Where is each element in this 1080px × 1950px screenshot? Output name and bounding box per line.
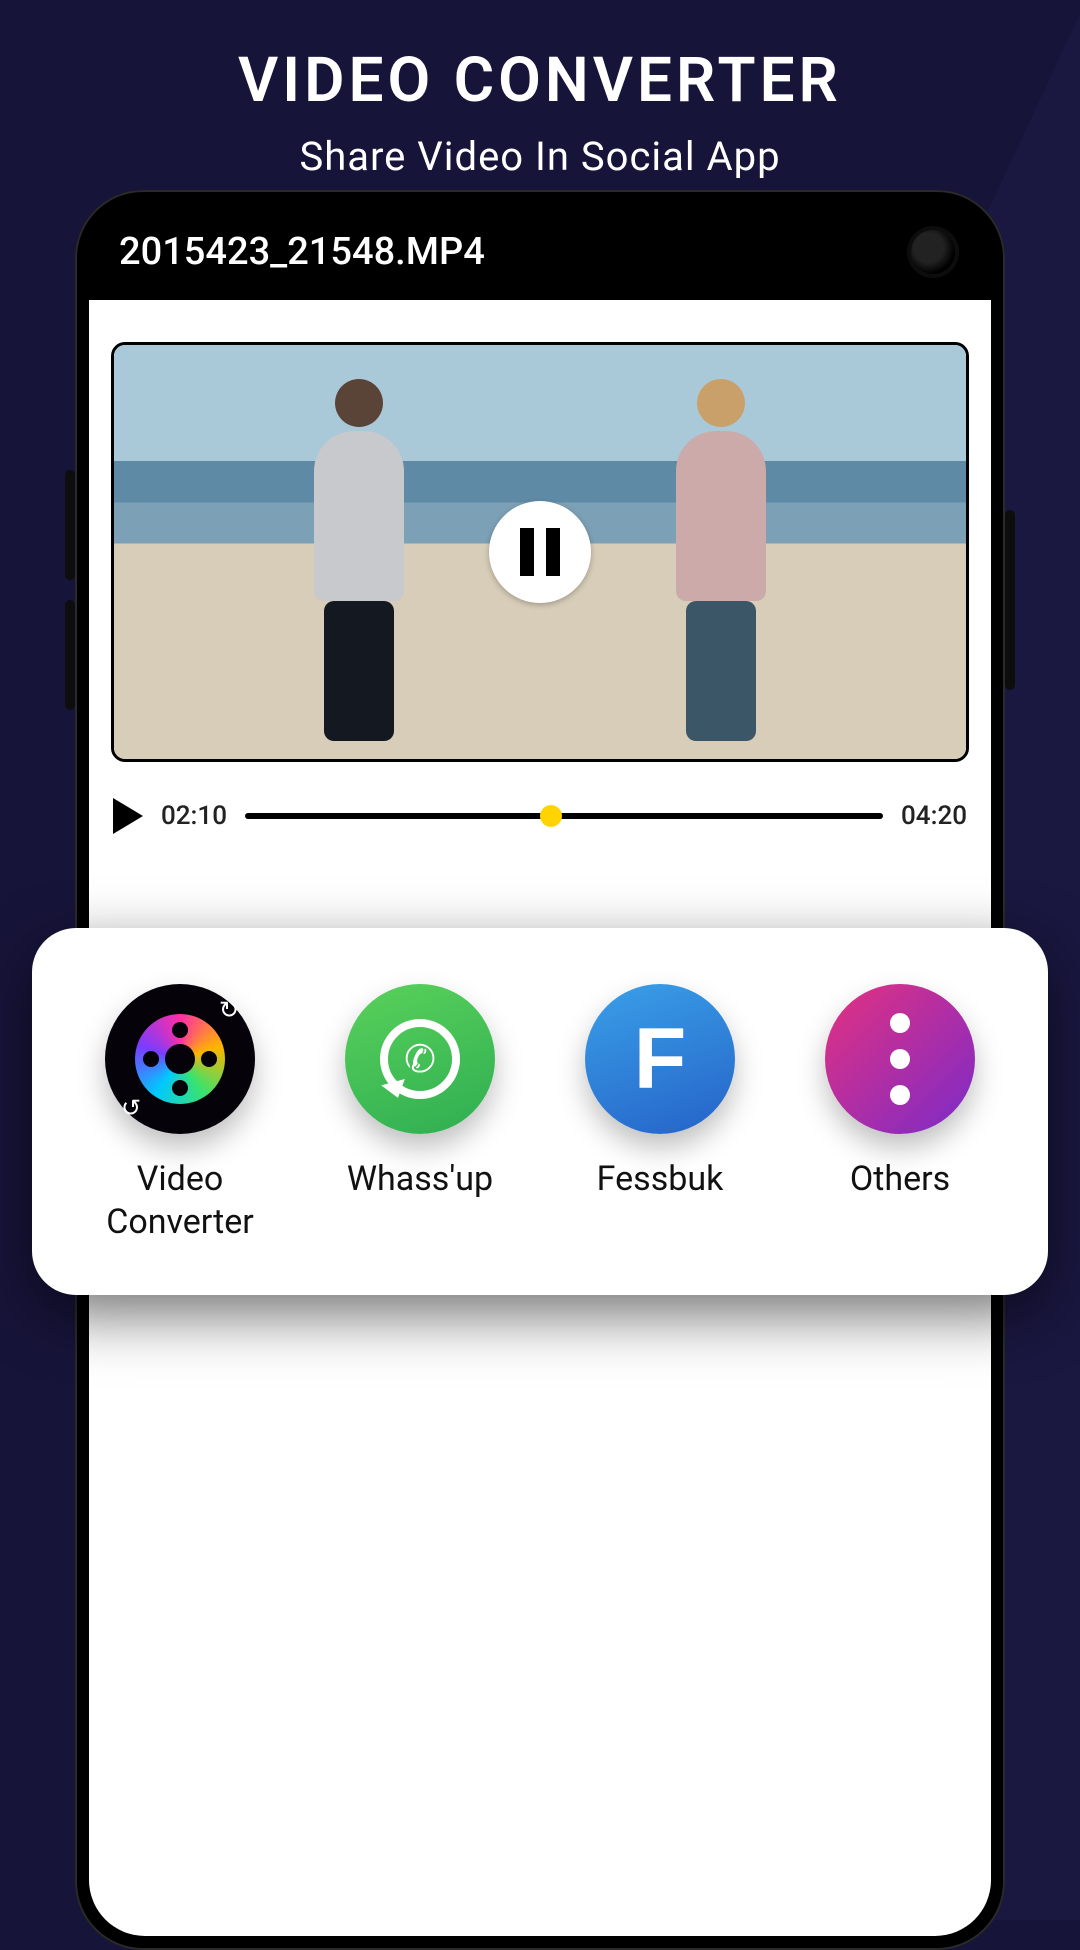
current-filename: 2015423_21548.MP4 [119,230,485,274]
share-option-label: Video Converter [75,1158,285,1243]
share-option-video-converter[interactable]: ↻↺ Video Converter [75,984,285,1243]
seek-knob[interactable] [540,805,562,827]
phone-side-button [65,470,75,580]
film-reel-icon: ↻↺ [105,984,255,1134]
promo-header: VIDEO CONVERTER Share Video In Social Ap… [0,0,1080,180]
promo-title: VIDEO CONVERTER [0,44,1080,117]
share-option-label: Whass'up [347,1158,493,1201]
play-button[interactable] [113,798,143,834]
phone-side-button [1005,510,1015,690]
share-option-whassup[interactable]: ✆ Whass'up [315,984,525,1201]
share-option-label: Fessbuk [597,1158,724,1201]
player-controls: 02:10 04:20 [113,798,967,834]
more-dots-icon [825,984,975,1134]
video-preview[interactable] [111,342,969,762]
phone-camera-icon [911,230,955,274]
pause-icon [520,528,560,576]
total-time: 04:20 [901,801,967,831]
phone-side-button [65,600,75,710]
app-titlebar: 2015423_21548.MP4 [89,204,991,300]
pause-button[interactable] [489,501,591,603]
letter-f-icon: F [585,984,735,1134]
share-option-fessbuk[interactable]: F Fessbuk [555,984,765,1201]
seek-slider[interactable] [245,813,883,819]
figure-illustration [676,379,766,741]
share-option-label: Others [850,1158,950,1201]
share-option-others[interactable]: Others [795,984,1005,1201]
elapsed-time: 02:10 [161,801,227,831]
promo-subtitle: Share Video In Social App [0,133,1080,180]
share-sheet: ↻↺ Video Converter ✆ Whass'up F Fessbuk … [32,928,1048,1295]
chat-phone-icon: ✆ [345,984,495,1134]
figure-illustration [314,379,404,741]
